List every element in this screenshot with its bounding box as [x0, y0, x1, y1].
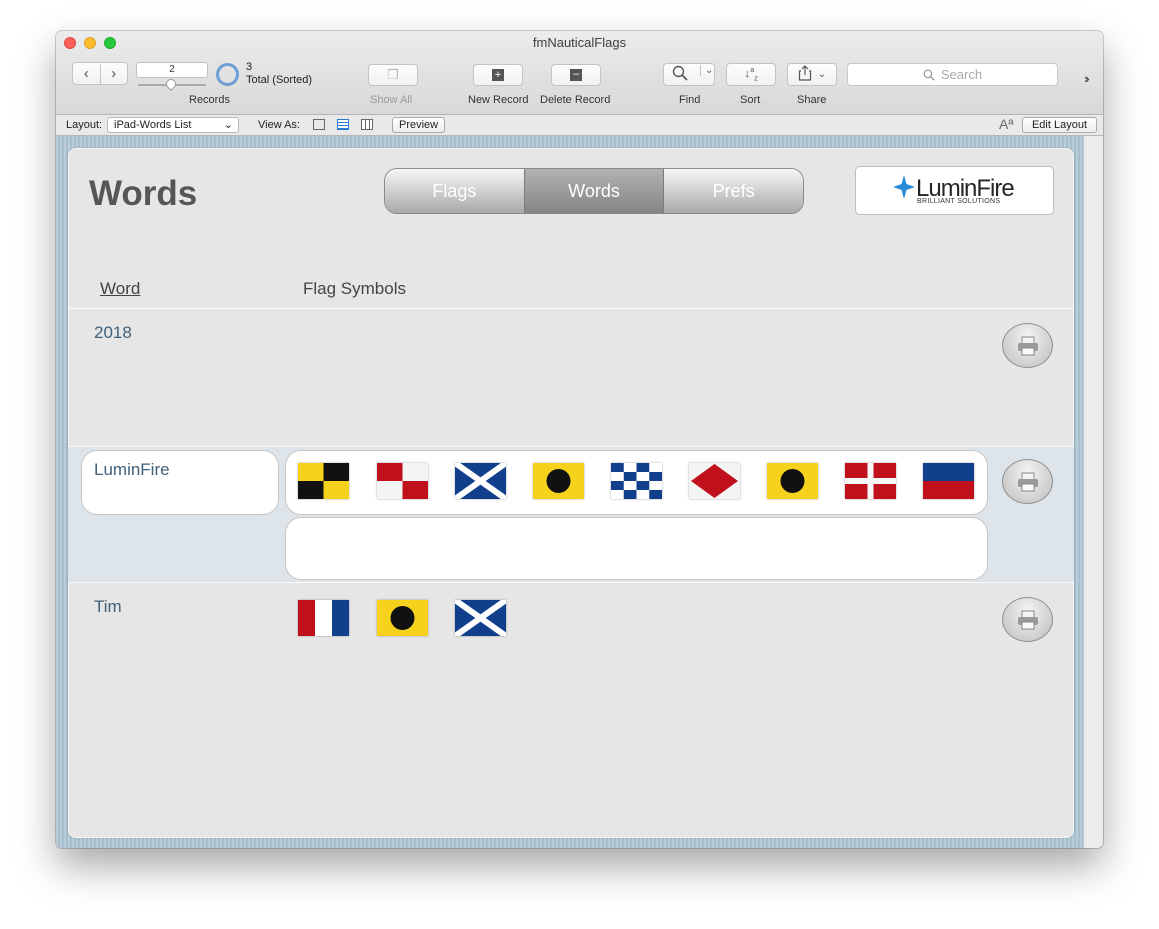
luminfire-logo: LuminFire BRILLIANT SOLUTIONS [855, 166, 1054, 215]
chevron-down-icon[interactable]: ⌄ [700, 65, 713, 76]
flag-i [377, 600, 428, 636]
chevron-down-icon: ⌄ [817, 69, 827, 80]
found-status: Total (Sorted) [246, 74, 313, 86]
column-header-flag-symbols: Flag Symbols [303, 279, 406, 298]
view-as-label: View As: [258, 119, 300, 131]
share-icon [798, 65, 812, 84]
find-button[interactable]: ⌄ [663, 63, 715, 86]
flag-m [455, 463, 506, 499]
record-slider-knob[interactable] [163, 76, 179, 92]
sparkle-icon [893, 175, 915, 199]
tab-words[interactable]: Words [523, 169, 664, 213]
layout-bar: Layout: iPad-Words List ⌄ View As: Previ… [56, 115, 1103, 136]
vertical-scrollbar[interactable] [1083, 136, 1103, 848]
sort-button[interactable]: ↓az [726, 63, 776, 86]
record-number-field[interactable]: 2 [136, 62, 208, 78]
delete-record-label: Delete Record [540, 94, 611, 106]
font-size-icon[interactable]: Aª [999, 116, 1014, 132]
found-count: 3 [246, 61, 253, 73]
flag-i [767, 463, 818, 499]
page-title: Words [89, 174, 198, 213]
print-button[interactable] [1002, 597, 1053, 642]
words-card: Words Flags Words Prefs LuminFire BRILLI… [68, 148, 1074, 838]
app-window: fmNauticalFlags ‹ › 2 Records 3 Total (S… [56, 31, 1103, 848]
flag-l [298, 463, 349, 499]
list-row[interactable]: Tim [68, 582, 1074, 838]
flag-n [611, 463, 662, 499]
table-view-icon[interactable] [361, 119, 373, 130]
logo-tagline: BRILLIANT SOLUTIONS [917, 198, 1001, 205]
plus-square-icon: + [492, 69, 504, 81]
layout-value: iPad-Words List [114, 119, 192, 131]
row-word: LuminFire [94, 460, 170, 479]
share-button[interactable]: ⌄ [787, 63, 837, 86]
flag-e [923, 463, 974, 499]
printer-icon [1017, 610, 1038, 629]
flag-f [689, 463, 740, 499]
sort-label: Sort [740, 94, 761, 106]
new-record-label: New Record [468, 94, 529, 106]
column-header-word[interactable]: Word [100, 279, 140, 299]
form-view-icon[interactable] [313, 119, 325, 130]
records-label: Records [189, 94, 230, 106]
edit-layout-button[interactable]: Edit Layout [1022, 117, 1097, 133]
flag-m [455, 600, 506, 636]
show-all-button[interactable]: ❐ [368, 64, 418, 86]
share-label: Share [797, 94, 827, 106]
flag-i [533, 463, 584, 499]
chevron-right-icon[interactable]: › [99, 63, 128, 84]
printer-icon [1017, 472, 1038, 491]
notes-field[interactable] [285, 517, 988, 580]
record-navigation: ‹ › [72, 62, 128, 85]
tab-flags[interactable]: Flags [385, 169, 524, 213]
list-row[interactable]: 2018 [68, 308, 1074, 514]
list-view-icon[interactable] [337, 119, 349, 130]
layout-content-area: Words Flags Words Prefs LuminFire BRILLI… [56, 136, 1083, 848]
window-title: fmNauticalFlags [532, 35, 627, 50]
flag-t [298, 600, 349, 636]
printer-icon [1017, 336, 1038, 355]
flag-u [377, 463, 428, 499]
delete-record-button[interactable]: – [551, 64, 601, 86]
chevron-left-icon[interactable]: ‹ [73, 64, 100, 84]
print-button[interactable] [1002, 459, 1053, 504]
print-button[interactable] [1002, 323, 1053, 368]
find-label: Find [679, 94, 701, 106]
show-all-label: Show All [370, 94, 413, 106]
minus-square-icon: – [570, 69, 582, 81]
flag-r [845, 463, 896, 499]
preview-button[interactable]: Preview [392, 117, 446, 133]
sort-az-icon: ↓az [744, 66, 758, 83]
layout-select[interactable]: iPad-Words List ⌄ [107, 117, 239, 133]
tab-prefs[interactable]: Prefs [663, 169, 803, 213]
found-set-pie-icon [216, 63, 239, 86]
list-row-active[interactable]: LuminFire [68, 446, 1074, 582]
search-placeholder: Search [940, 67, 983, 82]
toolbar-overflow-icon[interactable]: ›› [1084, 71, 1089, 86]
stack-icon: ❐ [387, 67, 399, 82]
navigation-tabs: Flags Words Prefs [384, 168, 804, 214]
magnifier-icon [672, 65, 688, 84]
new-record-button[interactable]: + [473, 64, 523, 86]
layout-label: Layout: [66, 119, 103, 131]
chevron-down-icon: ⌄ [223, 119, 233, 131]
search-icon [923, 69, 935, 81]
search-input[interactable]: Search [847, 63, 1058, 86]
row-word: 2018 [94, 323, 132, 342]
title-bar: fmNauticalFlags ‹ › 2 Records 3 Total (S… [56, 31, 1103, 115]
row-word: Tim [94, 597, 122, 616]
